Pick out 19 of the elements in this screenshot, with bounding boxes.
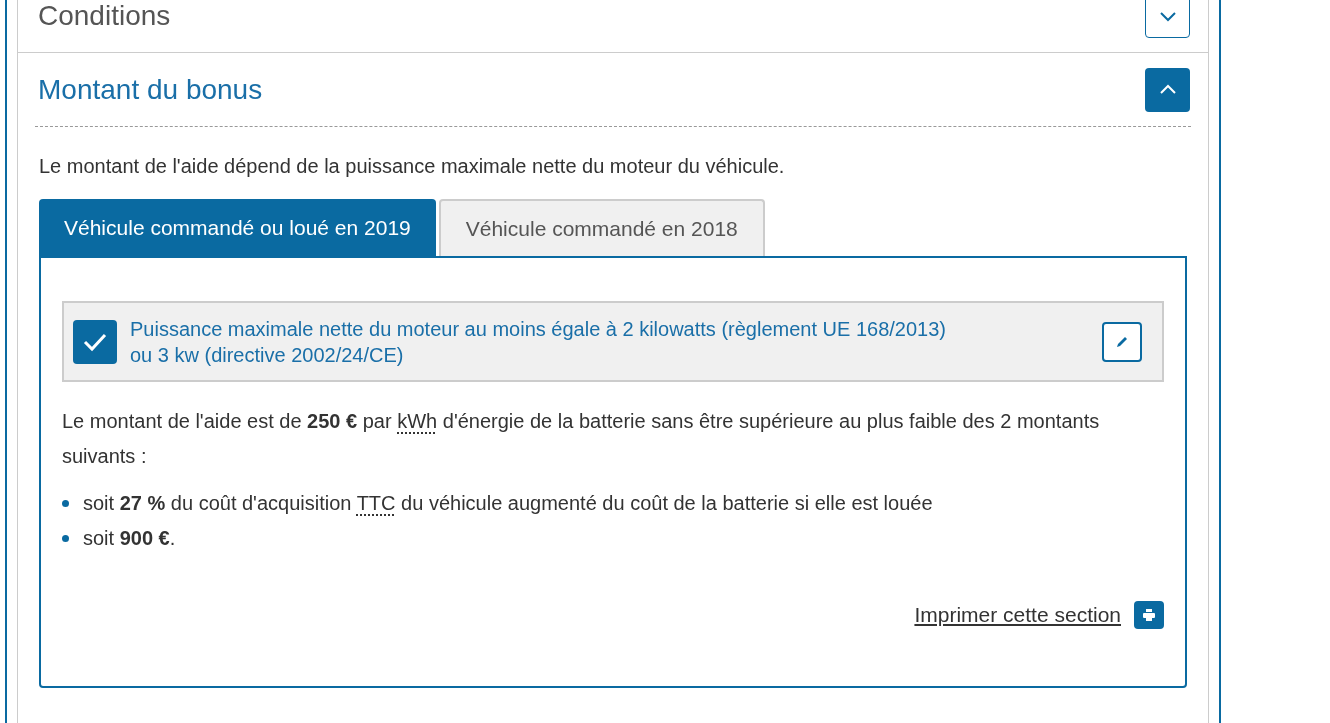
section-title[interactable]: Conditions xyxy=(38,0,171,37)
bullet-text: soit 27 % du coût d'acquisition TTC du véhicule augmenté du coût de la batterie si elle est louée xyxy=(83,491,933,516)
printer-icon xyxy=(1143,608,1155,621)
intro-text: Le montant de l'aide dépend de la puissance maximale nette du moteur du véhicule. xyxy=(39,154,786,179)
criterion-label: Puissance maximale nette du moteur au moins égale à 2 kilowatts (règlement UE 168/2013) ou 3 kw (directive 2002/24/CE) xyxy=(130,316,947,368)
checkbox[interactable] xyxy=(73,319,117,364)
chevron-icon xyxy=(1158,10,1177,22)
tab[interactable]: Véhicule commandé en 2018 xyxy=(438,199,765,256)
check-icon xyxy=(82,331,108,352)
collapse-button[interactable] xyxy=(1145,67,1190,112)
edit-button[interactable] xyxy=(1102,321,1142,362)
print-icon[interactable] xyxy=(1134,600,1164,629)
print-link[interactable]: Imprimer cette section xyxy=(914,599,1121,631)
expand-button[interactable] xyxy=(1145,0,1190,38)
section-title[interactable]: Montant du bonus xyxy=(38,68,263,111)
amount-text: Le montant de l'aide est de 250 € par kWh d'énergie de la batterie sans être supérieure au plus faible des 2 montants suivants : xyxy=(62,409,1101,469)
bullet-text: soit 900 €. xyxy=(83,526,176,551)
chevron-icon xyxy=(1158,84,1177,95)
tab[interactable]: Véhicule commandé ou loué en 2019 xyxy=(39,199,436,256)
